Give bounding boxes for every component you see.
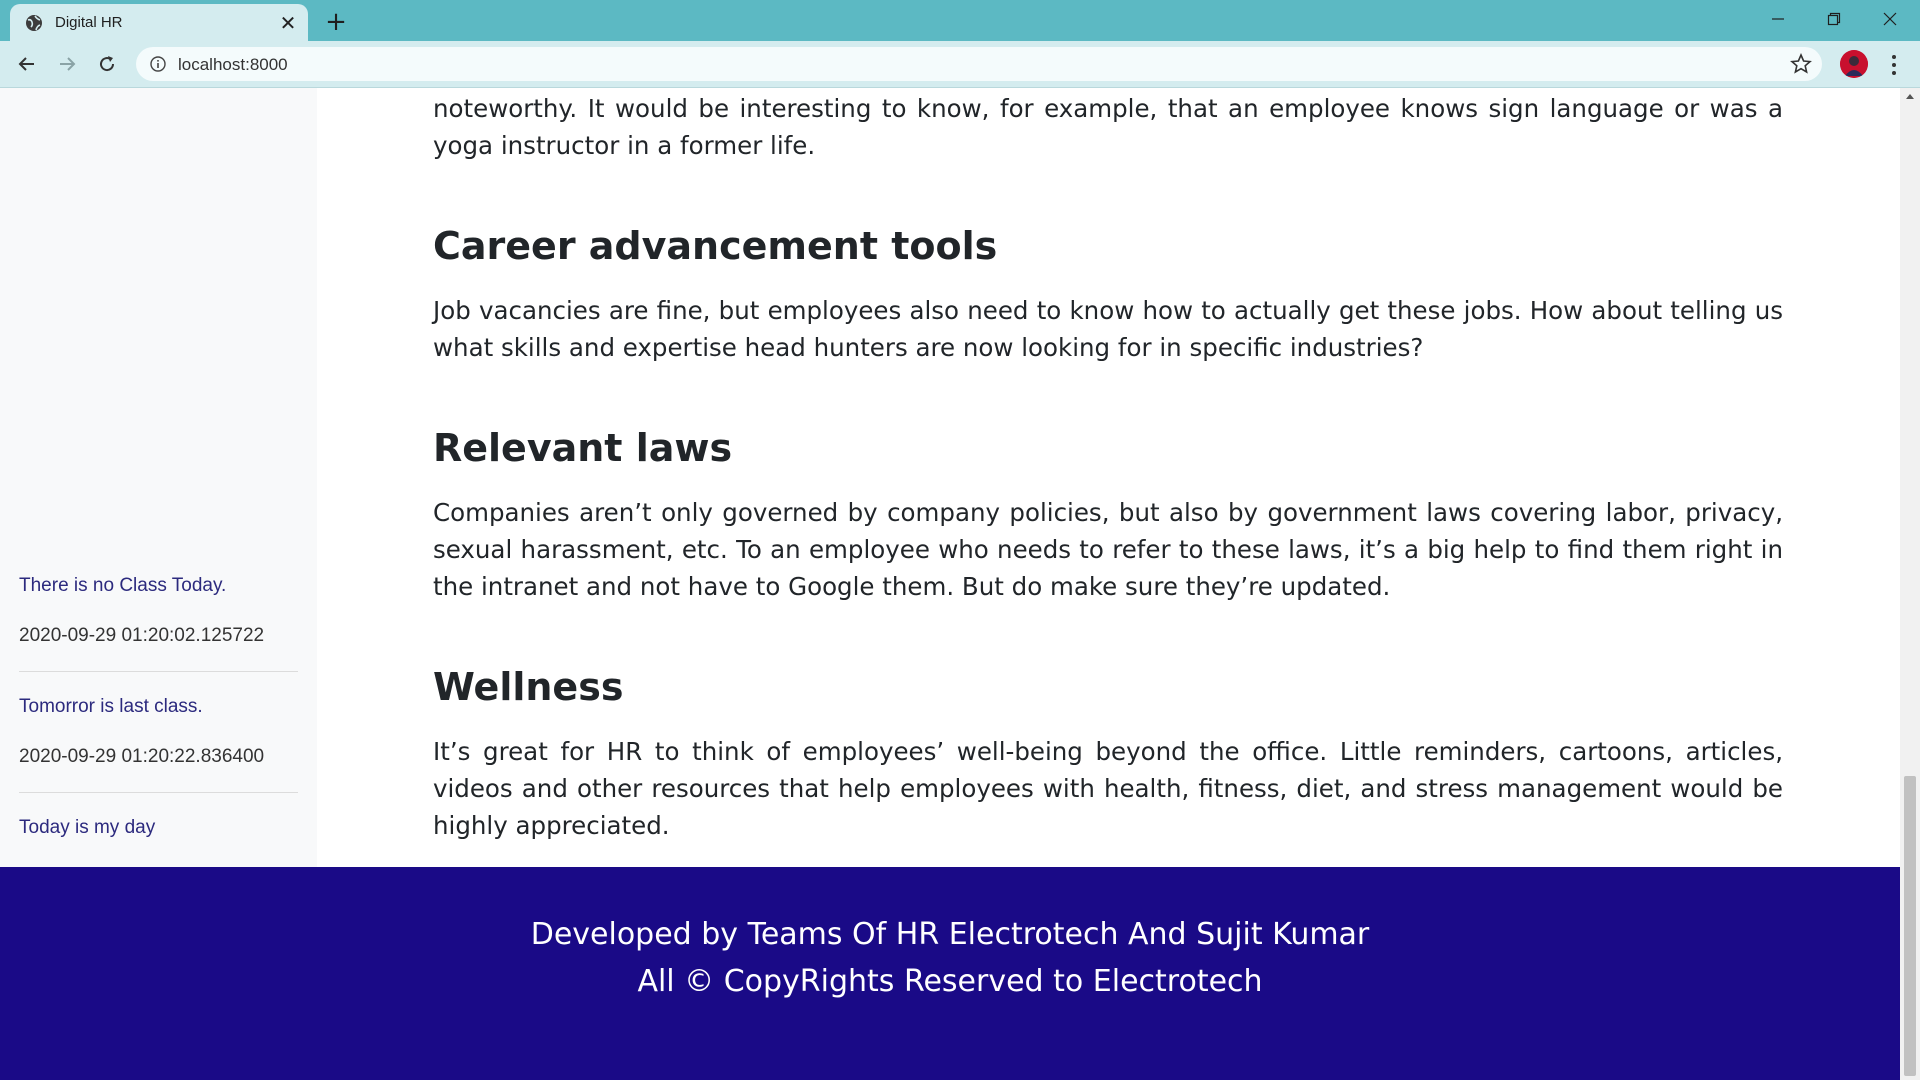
footer-credits: Developed by Teams Of HR Electrotech And… <box>530 917 1370 952</box>
notice-link[interactable]: Tomorror is last class. <box>19 696 203 718</box>
intro-paragraph: noteworthy. It would be interesting to k… <box>433 94 1783 160</box>
address-bar[interactable]: localhost:8000 <box>136 47 1822 81</box>
section-body: It’s great for HR to think of employees’… <box>433 737 1783 840</box>
bookmark-star-icon[interactable] <box>1790 53 1812 75</box>
tab-strip: Digital HR ✕ + <box>0 0 1920 41</box>
restore-icon <box>1827 12 1841 26</box>
section-body: Job vacancies are fine, but employees al… <box>433 296 1783 362</box>
info-icon[interactable] <box>150 56 166 72</box>
site-footer: Developed by Teams Of HR Electrotech And… <box>0 867 1900 1080</box>
globe-icon <box>26 15 42 31</box>
page-viewport: There is no Class Today. 2020-09-29 01:2… <box>0 88 1920 1080</box>
footer-copyright: All © CopyRights Reserved to Electrotech <box>637 964 1263 999</box>
section-body: Companies aren’t only governed by compan… <box>433 498 1783 601</box>
notice-link[interactable]: There is no Class Today. <box>19 575 226 597</box>
forward-button[interactable] <box>52 49 82 79</box>
profile-avatar[interactable] <box>1840 50 1868 78</box>
minimize-button[interactable] <box>1750 0 1806 38</box>
divider <box>19 792 298 793</box>
tab-title: Digital HR <box>55 14 123 31</box>
scrollbar-thumb[interactable] <box>1904 776 1916 1076</box>
arrow-right-icon <box>60 57 76 71</box>
new-tab-button[interactable]: + <box>322 8 350 36</box>
scroll-up-arrow-icon[interactable] <box>1905 92 1915 102</box>
close-tab-icon[interactable]: ✕ <box>278 13 298 33</box>
section-heading: Wellness <box>433 665 624 709</box>
menu-dot-icon <box>1892 55 1896 59</box>
section-heading: Career advancement tools <box>433 224 998 268</box>
notice-timestamp: 2020-09-29 01:20:22.836400 <box>19 746 265 767</box>
close-window-icon <box>1883 12 1897 26</box>
browser-tab[interactable]: Digital HR ✕ <box>10 4 308 41</box>
section-heading: Relevant laws <box>433 426 733 470</box>
menu-dot-icon <box>1892 71 1896 75</box>
notice-timestamp: 2020-09-29 01:20:02.125722 <box>19 625 265 646</box>
url-text[interactable]: localhost:8000 <box>178 55 288 75</box>
reload-button[interactable] <box>92 49 122 79</box>
reload-icon <box>100 56 115 72</box>
notice-link[interactable]: Today is my day <box>19 817 155 839</box>
divider <box>19 671 298 672</box>
arrow-left-icon <box>18 57 34 71</box>
notice-sidebar: There is no Class Today. 2020-09-29 01:2… <box>0 88 317 867</box>
vertical-scrollbar[interactable] <box>1900 88 1920 1080</box>
minimize-icon <box>1772 18 1784 20</box>
browser-menu-button[interactable] <box>1884 51 1904 79</box>
back-button[interactable] <box>12 49 42 79</box>
avatar-icon <box>1840 50 1868 78</box>
close-window-button[interactable] <box>1862 0 1918 38</box>
browser-toolbar: localhost:8000 <box>0 41 1920 88</box>
menu-dot-icon <box>1892 63 1896 67</box>
restore-button[interactable] <box>1806 0 1862 38</box>
